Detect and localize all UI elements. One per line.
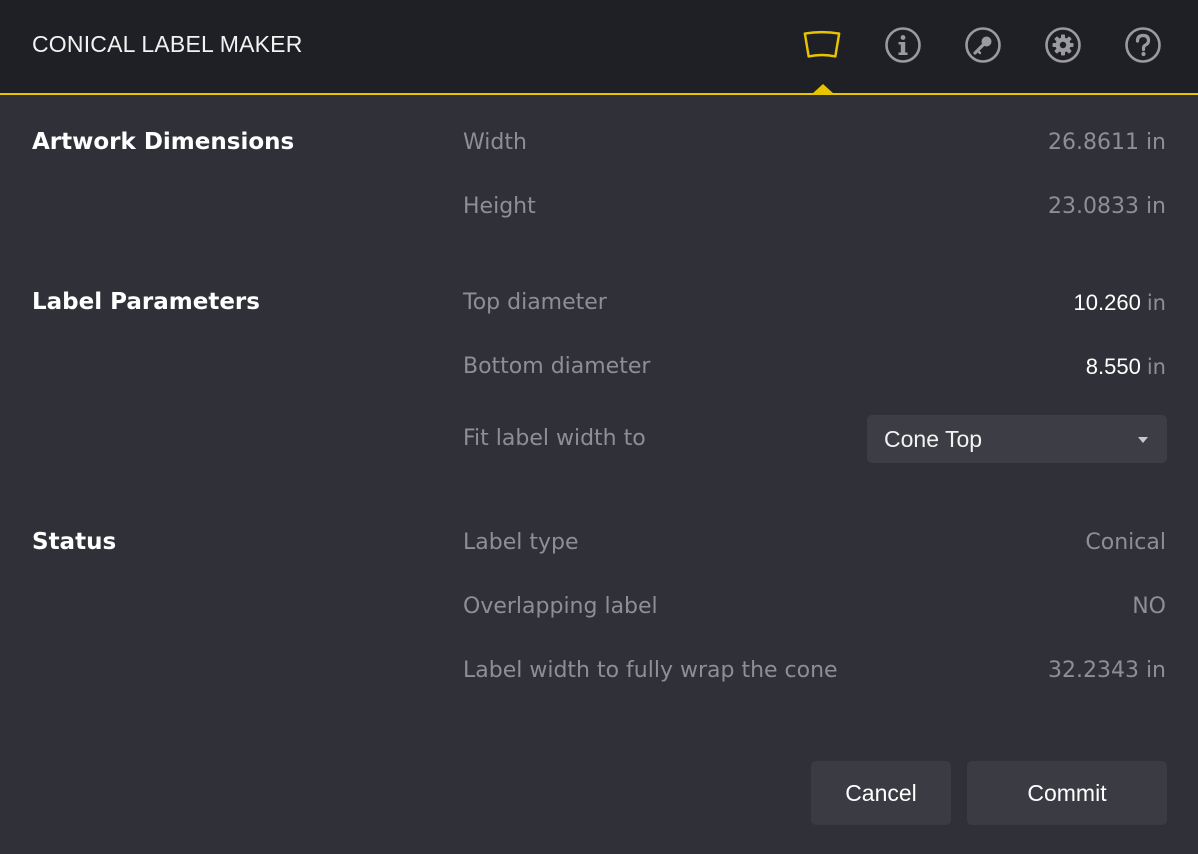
key-icon[interactable] bbox=[963, 25, 1003, 65]
width-label: Width bbox=[463, 130, 527, 155]
fit-label-width-selected: Cone Top bbox=[884, 425, 983, 452]
active-tab-indicator bbox=[812, 84, 834, 94]
top-diameter-unit: in bbox=[1146, 291, 1166, 315]
info-icon[interactable] bbox=[883, 25, 923, 65]
overlapping-label-value: NO bbox=[1132, 594, 1166, 619]
status-title: Status bbox=[32, 529, 117, 555]
height-value: 23.0833 in bbox=[1047, 194, 1166, 219]
chevron-down-icon bbox=[1138, 437, 1148, 443]
bottom-diameter-field[interactable]: 8.550 in bbox=[1086, 354, 1166, 380]
bottom-diameter-input[interactable]: 8.550 bbox=[1086, 354, 1141, 379]
commit-button[interactable]: Commit bbox=[967, 761, 1167, 825]
overlapping-label-label: Overlapping label bbox=[463, 594, 658, 619]
label-type-label: Label type bbox=[463, 530, 579, 555]
wrap-width-label: Label width to fully wrap the cone bbox=[463, 658, 838, 683]
top-diameter-field[interactable]: 10.260 in bbox=[1074, 290, 1166, 316]
fit-label-width-select[interactable]: Cone Top bbox=[867, 415, 1167, 463]
header-bar: CONICAL LABEL MAKER bbox=[0, 0, 1198, 95]
app-title: CONICAL LABEL MAKER bbox=[32, 31, 303, 57]
wrap-width-value: 32.2343 in bbox=[1047, 658, 1166, 683]
artwork-dimensions-title: Artwork Dimensions bbox=[32, 129, 295, 155]
height-label: Height bbox=[463, 194, 536, 219]
label-type-value: Conical bbox=[1085, 530, 1166, 555]
bottom-diameter-unit: in bbox=[1146, 355, 1166, 379]
bottom-diameter-label: Bottom diameter bbox=[463, 354, 651, 379]
gear-icon[interactable] bbox=[1043, 25, 1083, 65]
help-icon[interactable] bbox=[1123, 25, 1163, 65]
label-parameters-title: Label Parameters bbox=[32, 289, 260, 315]
cancel-button[interactable]: Cancel bbox=[811, 761, 951, 825]
fit-label-width-label: Fit label width to bbox=[463, 426, 646, 451]
cone-label-icon[interactable] bbox=[802, 25, 842, 65]
top-diameter-label: Top diameter bbox=[463, 290, 607, 315]
width-value: 26.8611 in bbox=[1047, 130, 1166, 155]
top-diameter-input[interactable]: 10.260 bbox=[1074, 290, 1141, 315]
